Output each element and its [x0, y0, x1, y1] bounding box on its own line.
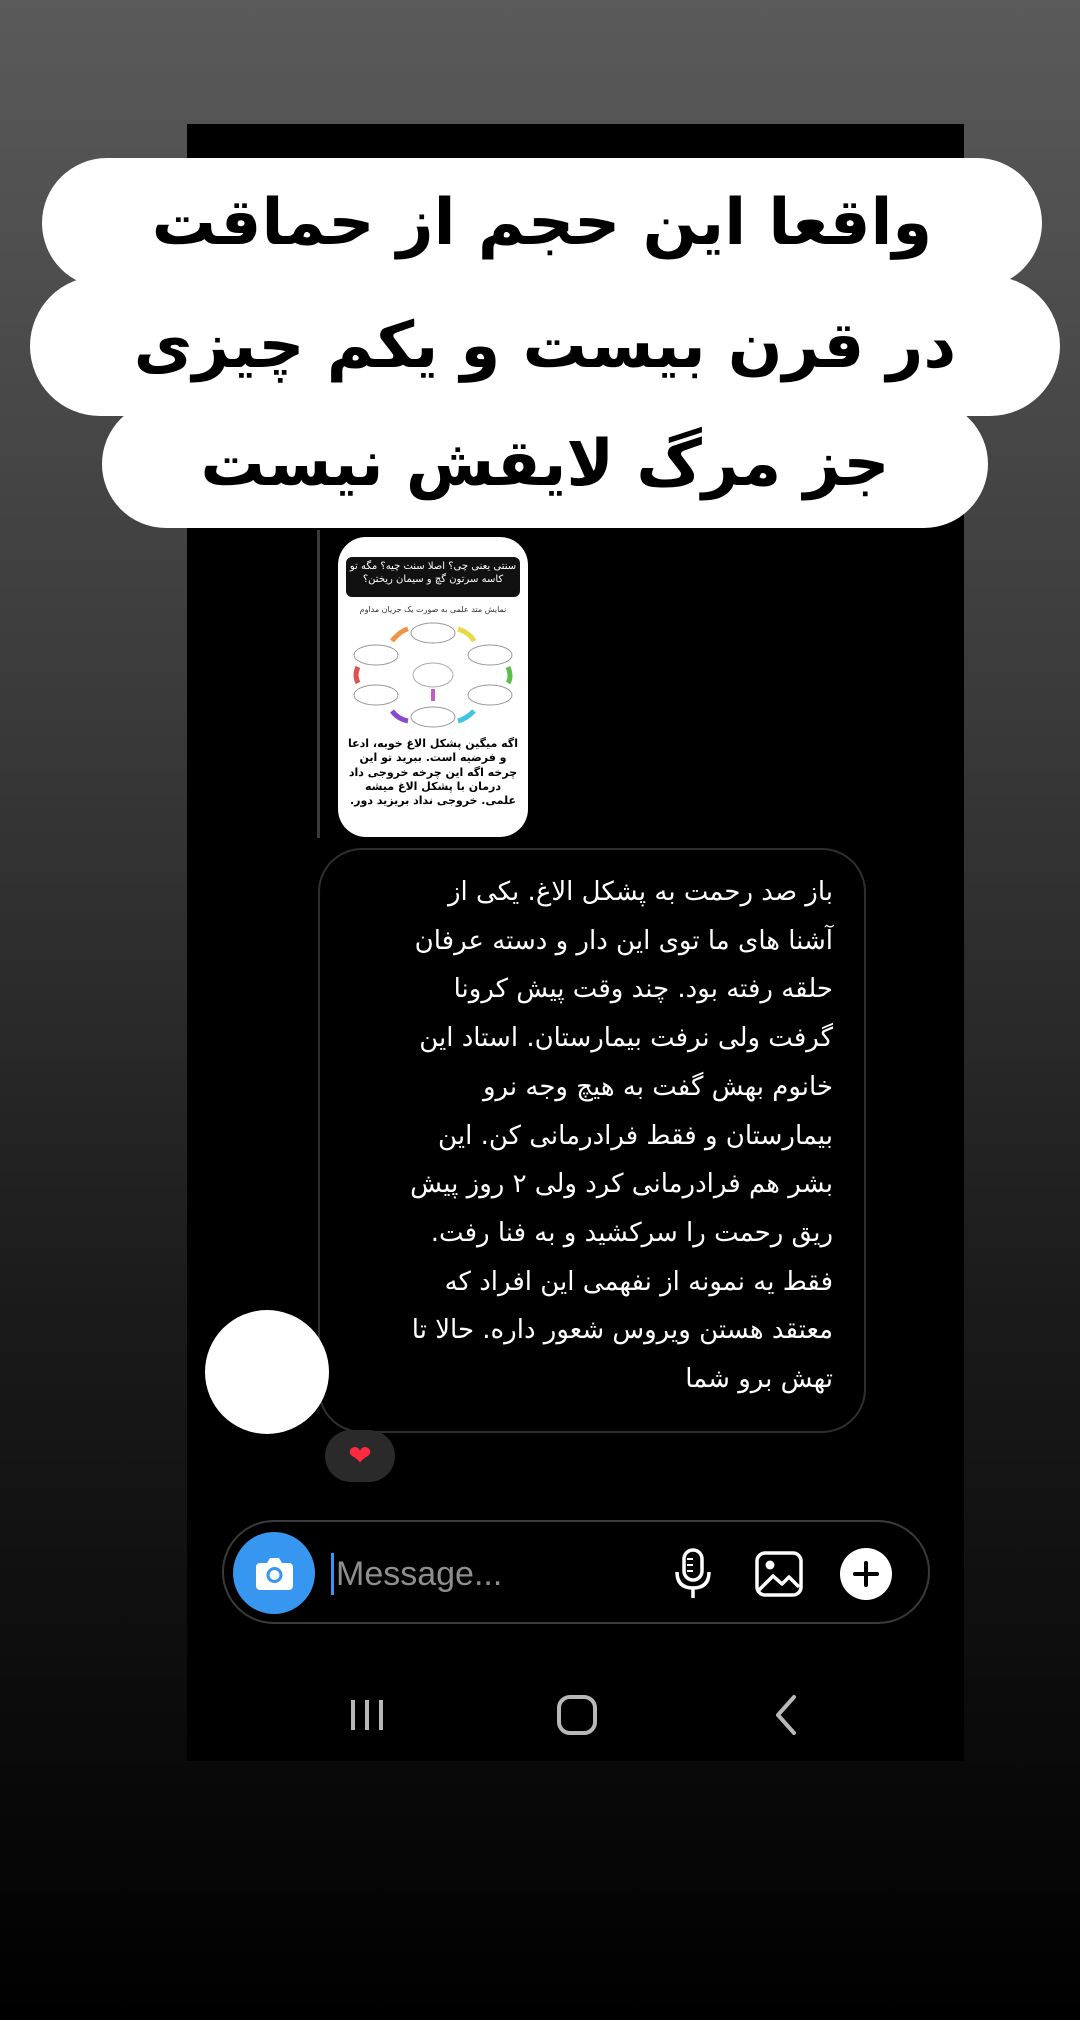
message-line: حلقه رفته بود. چند وقت پیش کرونا — [453, 974, 833, 1005]
message-line: تهش برو شما — [685, 1364, 833, 1395]
gallery-icon — [755, 1551, 803, 1597]
message-line: ریق رحمت را سرکشید و به فنا رفت. — [430, 1217, 833, 1248]
message-line: بشر هم فرادرمانی کرد ولی ۲ روز پیش — [410, 1169, 833, 1200]
text-cursor — [331, 1553, 334, 1595]
shared-post-card[interactable]: سنتی یعنی چی؟ اصلا سنت چیه؟ مگه تو کاسه … — [338, 537, 528, 837]
message-line: باز صد رحمت به پشکل الاغ. یکی از — [447, 877, 833, 907]
heart-icon: ❤ — [348, 1439, 372, 1472]
shared-post-footer: اگه میگین پشکل الاغ خوبه، ادعا و فرضیه ا… — [348, 737, 518, 808]
avatar[interactable] — [205, 1310, 329, 1434]
shared-post-header: سنتی یعنی چی؟ اصلا سنت چیه؟ مگه تو کاسه … — [346, 557, 520, 597]
message-text: باز صد رحمت به پشکل الاغ. یکی از آشنا ها… — [355, 868, 833, 1404]
system-navigation-bar — [187, 1690, 964, 1740]
shared-post-subtitle: نمایش متد علمی به صورت یک جریان مداوم — [359, 605, 507, 614]
message-line: گرفت ولی نرفت بیمارستان. استاد این — [419, 1023, 833, 1054]
voice-message-button[interactable] — [668, 1548, 718, 1600]
microphone-icon — [675, 1548, 711, 1598]
recent-apps-icon — [351, 1700, 383, 1730]
scientific-method-cycle-diagram — [353, 622, 513, 728]
message-line: آشنا های ما توی این دار و دسته عرفان — [414, 925, 833, 956]
home-button[interactable] — [547, 1690, 607, 1740]
add-attachment-button[interactable] — [840, 1548, 892, 1600]
reply-indicator-line — [317, 530, 320, 838]
back-icon — [776, 1695, 796, 1735]
back-button[interactable] — [757, 1690, 817, 1740]
heart-reaction-badge[interactable]: ❤ — [325, 1430, 395, 1482]
message-input[interactable] — [336, 1548, 636, 1600]
caption-line-2: در قرن بیست و یکم چیزی — [30, 276, 1060, 416]
recent-apps-button[interactable] — [337, 1690, 397, 1740]
camera-button[interactable] — [233, 1532, 315, 1614]
caption-line-3: جز مرگ لایقش نیست — [102, 400, 988, 528]
camera-icon — [256, 1558, 293, 1590]
gallery-button[interactable] — [752, 1548, 806, 1600]
caption-line-1: واقعا این حجم از حماقت — [42, 158, 1042, 288]
home-icon — [557, 1695, 597, 1735]
message-line: معتقد هستن ویروس شعور داره. حالا تا — [411, 1315, 833, 1346]
plus-icon — [853, 1561, 879, 1587]
message-line: بیمارستان و فقط فرادرمانی کن. این — [438, 1120, 833, 1151]
message-line: خانوم بهش گفت به هیچ وجه نرو — [483, 1071, 833, 1102]
message-line: فقط یه نمونه از نفهمی این افراد که — [444, 1266, 833, 1297]
